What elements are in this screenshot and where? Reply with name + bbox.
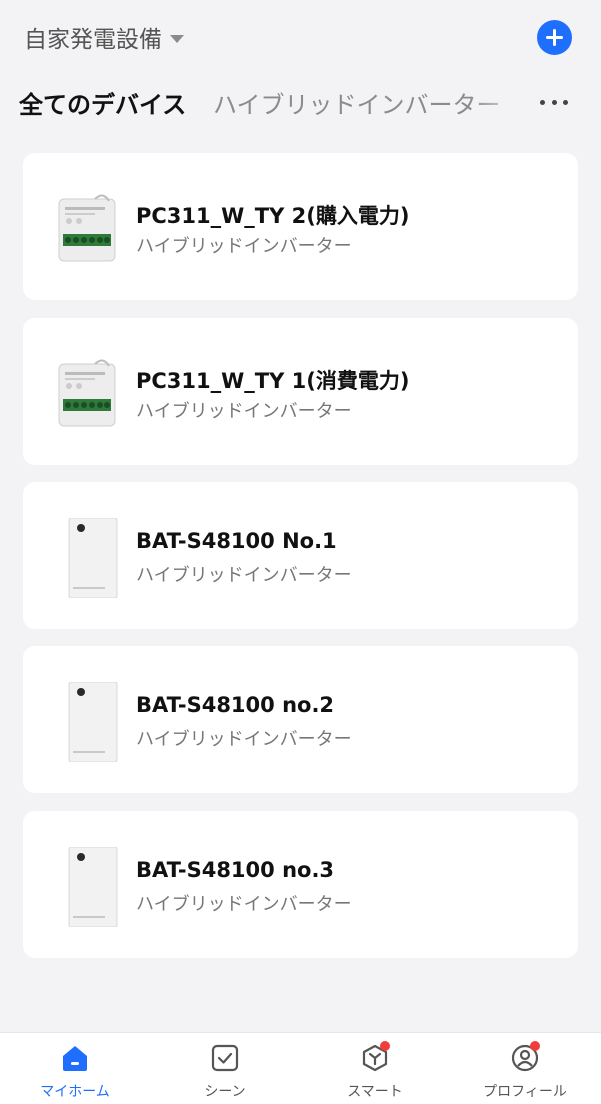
nav-label: マイホーム [40, 1084, 110, 1100]
tab-hybrid-inverter[interactable]: ハイブリッドインバーター [213, 85, 501, 120]
nav-my-home[interactable]: マイホーム [0, 1033, 150, 1104]
battery-thumbnail [68, 518, 118, 598]
nav-label: シーン [204, 1084, 246, 1100]
home-name: 自家発電設備 [24, 27, 162, 53]
scene-check-icon [211, 1044, 239, 1072]
plus-icon [546, 29, 563, 46]
more-dot [551, 99, 557, 105]
device-name: PC311_W_TY 1(消費電力) [136, 369, 410, 393]
device-name: BAT-S48100 No.1 [136, 529, 337, 553]
power-meter-thumbnail [58, 359, 116, 427]
nav-label: スマート [347, 1084, 403, 1100]
device-card[interactable]: BAT-S48100 no.3 ハイブリッドインバーター [23, 811, 578, 958]
device-room: ハイブリッドインバーター [136, 565, 352, 586]
add-device-button[interactable] [537, 20, 572, 55]
bottom-nav: マイホーム シーン スマート プロフィール [0, 1032, 601, 1104]
top-bar: 自家発電設備 [0, 0, 601, 75]
device-name: BAT-S48100 no.3 [136, 858, 335, 882]
device-room: ハイブリッドインバーター [136, 401, 352, 422]
device-room: ハイブリッドインバーター [136, 236, 352, 257]
tab-fade-overlay [470, 75, 530, 133]
device-card[interactable]: BAT-S48100 no.2 ハイブリッドインバーター [23, 646, 578, 793]
notification-badge [380, 1041, 390, 1051]
device-name: PC311_W_TY 2(購入電力) [136, 204, 410, 228]
battery-thumbnail [68, 847, 118, 927]
room-tabs: 全てのデバイス ハイブリッドインバーター [0, 75, 601, 133]
notification-badge [530, 1041, 540, 1051]
device-card[interactable]: PC311_W_TY 1(消費電力) ハイブリッドインバーター [23, 318, 578, 465]
nav-profile[interactable]: プロフィール [450, 1033, 600, 1104]
power-meter-thumbnail [58, 194, 116, 262]
device-room: ハイブリッドインバーター [136, 894, 352, 915]
caret-down-icon [170, 34, 184, 43]
tab-all-devices[interactable]: 全てのデバイス [19, 85, 186, 120]
home-icon [63, 1046, 87, 1071]
more-dot [540, 99, 545, 105]
home-selector[interactable]: 自家発電設備 [24, 20, 184, 54]
device-name: BAT-S48100 no.2 [136, 693, 335, 717]
nav-scene[interactable]: シーン [150, 1033, 300, 1104]
battery-thumbnail [68, 682, 118, 762]
nav-smart[interactable]: スマート [300, 1033, 450, 1104]
nav-label: プロフィール [483, 1084, 567, 1100]
device-room: ハイブリッドインバーター [136, 729, 352, 750]
more-dot [563, 99, 568, 105]
more-icon[interactable] [536, 92, 572, 112]
device-card[interactable]: PC311_W_TY 2(購入電力) ハイブリッドインバーター [23, 153, 578, 300]
device-card[interactable]: BAT-S48100 No.1 ハイブリッドインバーター [23, 482, 578, 629]
